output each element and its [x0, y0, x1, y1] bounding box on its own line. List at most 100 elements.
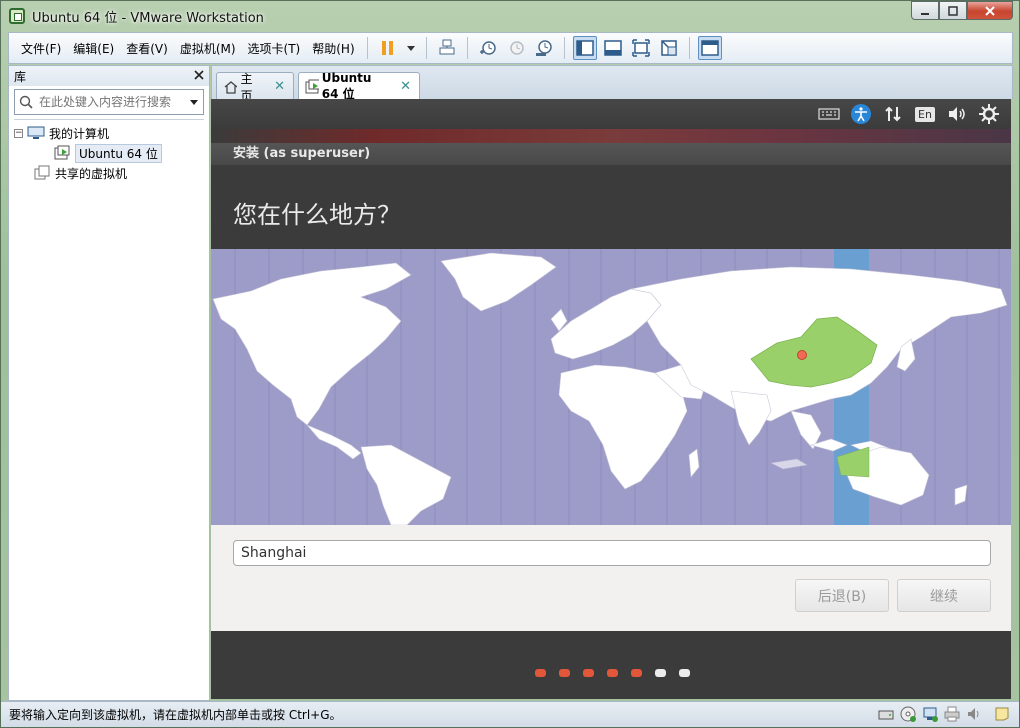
tab-close-icon[interactable]: ✕ — [274, 79, 285, 94]
message-log-status[interactable] — [993, 705, 1011, 723]
tree-collapse-toggle[interactable]: − — [14, 128, 23, 138]
library-close-button[interactable] — [194, 69, 204, 84]
hard-disk-status[interactable] — [877, 705, 895, 723]
menu-vm[interactable]: 虚拟机(M) — [174, 40, 242, 57]
back-button[interactable]: 后退(B) — [795, 579, 889, 612]
snapshot-take-icon — [479, 41, 496, 55]
world-map[interactable] — [211, 249, 1011, 525]
status-message: 要将输入定向到该虚拟机，请在虚拟机内部单击或按 Ctrl+G。 — [9, 708, 342, 722]
tab-home[interactable]: 主页 ✕ — [216, 72, 294, 103]
fullscreen-icon — [631, 39, 650, 57]
settings-gear-icon — [979, 104, 999, 124]
tab-close-icon[interactable]: ✕ — [400, 79, 411, 94]
installer-title-bar: 安装 (as superuser) — [211, 143, 1011, 165]
selected-city-marker[interactable] — [797, 350, 807, 360]
language-code: En — [915, 106, 935, 122]
console-view-icon — [700, 40, 719, 56]
volume-indicator[interactable] — [943, 102, 971, 126]
network-icon — [885, 106, 901, 122]
tree-label: 共享的虚拟机 — [55, 166, 128, 181]
location-input[interactable] — [233, 540, 991, 566]
close-button[interactable] — [967, 1, 1013, 20]
network-adapter-icon — [923, 707, 938, 722]
accessibility-icon — [851, 104, 871, 124]
cd-dvd-status[interactable] — [899, 705, 917, 723]
close-icon — [194, 69, 204, 80]
window-controls — [911, 1, 1013, 20]
snapshot-revert-icon — [509, 41, 524, 55]
maximize-button[interactable] — [939, 1, 967, 20]
tree-item-shared-vms[interactable]: 共享的虚拟机 — [14, 163, 204, 183]
tab-label: Ubuntu 64 位 — [321, 71, 372, 101]
progress-dot — [607, 669, 618, 677]
power-dropdown-button[interactable] — [404, 36, 418, 60]
shared-vm-icon — [34, 165, 50, 180]
tree-label: 我的计算机 — [49, 126, 110, 141]
toolbar-separator — [366, 37, 368, 59]
installer-footer — [211, 631, 1011, 699]
progress-dot — [655, 669, 666, 677]
maximize-icon — [948, 5, 958, 16]
ubuntu-top-panel: En — [211, 99, 1011, 129]
pause-button[interactable] — [376, 36, 400, 60]
language-indicator[interactable]: En — [911, 102, 939, 126]
library-header: 库 — [9, 66, 209, 86]
settings-indicator[interactable] — [975, 102, 1003, 126]
library-search-box[interactable] — [14, 89, 204, 115]
menu-edit[interactable]: 编辑(E) — [67, 40, 120, 57]
status-bar: 要将输入定向到该虚拟机，请在虚拟机内部单击或按 Ctrl+G。 — [1, 701, 1019, 727]
network-indicator[interactable] — [879, 102, 907, 126]
keyboard-indicator[interactable] — [815, 102, 843, 126]
full-screen-button[interactable] — [629, 36, 653, 60]
library-title: 库 — [14, 69, 27, 84]
library-view-icon — [575, 40, 594, 56]
menu-view[interactable]: 查看(V) — [120, 40, 174, 57]
send-keys-icon — [439, 39, 455, 55]
library-panel: 库 − 我的计算机 Ubuntu 64 位 共享的虚拟机 — [8, 65, 210, 701]
menu-tabs[interactable]: 选项卡(T) — [242, 40, 307, 57]
close-icon — [985, 5, 995, 16]
vmware-app-icon — [9, 8, 25, 24]
library-tree: − 我的计算机 Ubuntu 64 位 共享的虚拟机 — [14, 119, 204, 183]
progress-dot — [679, 669, 690, 677]
take-snapshot-button[interactable] — [476, 36, 500, 60]
tab-strip: 主页 ✕ Ubuntu 64 位 ✕ — [211, 65, 1013, 103]
sound-icon — [968, 708, 979, 720]
thumbnail-bar-icon — [603, 40, 622, 56]
message-log-icon — [995, 707, 1009, 721]
minimize-icon — [921, 12, 929, 15]
home-icon — [224, 80, 238, 94]
revert-snapshot-button[interactable] — [504, 36, 528, 60]
console-view-button[interactable] — [697, 36, 722, 60]
vm-console[interactable]: En 安装 (as superuser) 您在什么地方？ Shanghai 后退… — [211, 99, 1011, 699]
snapshot-manager-icon — [535, 40, 552, 56]
library-search-input[interactable] — [39, 95, 189, 109]
tree-item-my-computer[interactable]: − 我的计算机 — [14, 123, 204, 143]
network-adapter-status[interactable] — [921, 705, 939, 723]
thumbnail-bar-button[interactable] — [601, 36, 625, 60]
sound-status[interactable] — [965, 705, 983, 723]
hard-disk-icon — [878, 710, 894, 720]
tree-item-ubuntu-vm[interactable]: Ubuntu 64 位 — [14, 143, 204, 163]
cd-dvd-icon — [900, 706, 916, 722]
install-progress-dots — [535, 669, 703, 677]
chevron-down-icon[interactable] — [189, 97, 199, 107]
menu-help[interactable]: 帮助(H) — [306, 40, 360, 57]
title-bar: Ubuntu 64 位 - VMware Workstation — [1, 1, 1019, 31]
window-title: Ubuntu 64 位 - VMware Workstation — [32, 10, 264, 26]
menu-file[interactable]: 文件(F) — [15, 40, 67, 57]
snapshot-manager-button[interactable] — [532, 36, 556, 60]
tab-ubuntu[interactable]: Ubuntu 64 位 ✕ — [298, 71, 420, 101]
tree-label: Ubuntu 64 位 — [75, 143, 162, 163]
minimize-button[interactable] — [911, 1, 939, 20]
progress-dot — [583, 669, 594, 677]
timezone-map[interactable] — [211, 249, 1011, 525]
unity-icon — [660, 40, 677, 56]
printer-status[interactable] — [943, 705, 961, 723]
accessibility-indicator[interactable] — [847, 102, 875, 126]
printer-icon — [944, 706, 960, 722]
unity-button[interactable] — [657, 36, 681, 60]
show-library-button[interactable] — [572, 36, 597, 60]
continue-button[interactable]: 继续 — [897, 579, 991, 612]
send-ctrl-alt-del-button[interactable] — [435, 36, 459, 60]
